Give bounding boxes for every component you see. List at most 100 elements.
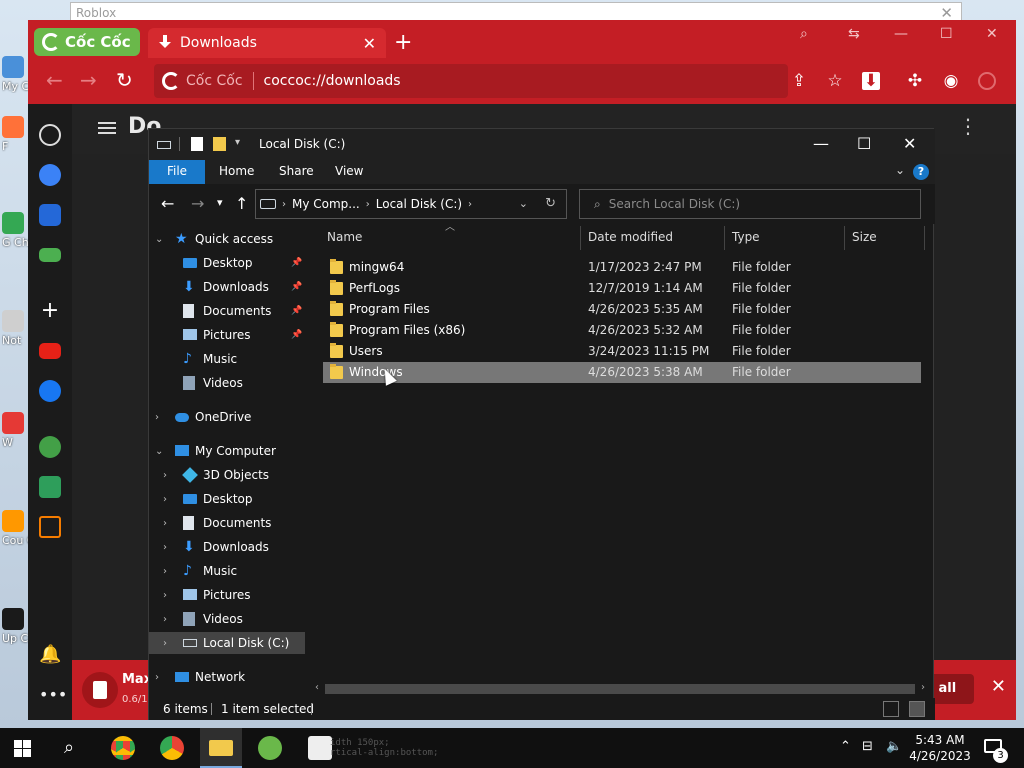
- explorer-address-bar[interactable]: › My Comp... › Local Disk (C:) › ⌄ ↻: [255, 189, 567, 219]
- chevron-right-icon[interactable]: ›: [163, 638, 167, 649]
- up-button[interactable]: ↑: [235, 194, 248, 213]
- nav-item-local-disk-c[interactable]: › Local Disk (C:): [149, 632, 305, 654]
- navigation-pane-scrollbar[interactable]: [307, 224, 323, 698]
- explorer-maximize-button[interactable]: ☐: [857, 134, 871, 153]
- ribbon-tab-share[interactable]: Share: [279, 160, 314, 184]
- column-divider[interactable]: [724, 226, 725, 250]
- chrome-icon[interactable]: [111, 736, 135, 760]
- table-row[interactable]: Windows 4/26/2023 5:38 AM File folder: [323, 362, 921, 383]
- desktop-shortcut[interactable]: Cou Glob: [2, 510, 28, 566]
- nav-item-videos[interactable]: › Videos: [149, 608, 305, 630]
- back-button[interactable]: ←: [46, 68, 63, 92]
- column-divider[interactable]: [580, 226, 581, 250]
- back-forth-icon[interactable]: ⇆: [848, 26, 860, 42]
- facebook-icon[interactable]: [39, 380, 61, 402]
- address-dropdown-icon[interactable]: ⌄: [519, 197, 528, 210]
- column-header-name[interactable]: Name: [327, 230, 362, 244]
- shopping-icon[interactable]: [39, 516, 61, 538]
- breadcrumb-separator-icon[interactable]: ›: [282, 199, 286, 210]
- explorer-search-box[interactable]: ⌕: [579, 189, 921, 219]
- explorer-back-button[interactable]: ←: [161, 194, 174, 213]
- nav-item-pictures[interactable]: Pictures 📌: [149, 324, 305, 346]
- omnibox-url[interactable]: coccoc://downloads: [264, 73, 401, 89]
- coccoc-taskbar-icon[interactable]: [258, 736, 282, 760]
- file-icon[interactable]: [82, 672, 118, 708]
- explorer-minimize-button[interactable]: —: [813, 134, 829, 153]
- chevron-down-icon[interactable]: ⌄: [155, 234, 163, 245]
- more-icon[interactable]: •••: [39, 684, 67, 706]
- nav-item-documents[interactable]: Documents 📌: [149, 300, 305, 322]
- column-divider[interactable]: [924, 226, 925, 250]
- large-icons-view-icon[interactable]: [909, 701, 925, 717]
- nav-item-onedrive[interactable]: › OneDrive: [149, 406, 305, 428]
- download-bar-close-icon[interactable]: ✕: [991, 676, 1006, 697]
- nav-item-my-computer[interactable]: ⌄ My Computer: [149, 440, 305, 462]
- extensions-icon[interactable]: ✣: [906, 72, 924, 90]
- column-divider[interactable]: [844, 226, 845, 250]
- nav-item-downloads[interactable]: › ⬇ Downloads: [149, 536, 305, 558]
- forward-button[interactable]: →: [80, 68, 97, 92]
- horizontal-scrollbar[interactable]: ‹ ›: [315, 681, 931, 697]
- taskbar-search-icon[interactable]: ⌕: [64, 737, 74, 758]
- show-hidden-icons-chevron[interactable]: ⌃: [840, 739, 851, 754]
- bookmark-star-icon[interactable]: ☆: [826, 72, 844, 90]
- column-header-type[interactable]: Type: [732, 230, 760, 244]
- refresh-icon[interactable]: ↻: [545, 196, 556, 211]
- chevron-right-icon[interactable]: ›: [163, 590, 167, 601]
- chevron-right-icon[interactable]: ›: [163, 614, 167, 625]
- help-icon[interactable]: ?: [913, 164, 929, 180]
- chevron-right-icon[interactable]: ›: [163, 542, 167, 553]
- zalo-icon[interactable]: [39, 204, 61, 226]
- nav-item-videos[interactable]: Videos: [149, 372, 305, 394]
- profile-icon[interactable]: ◉: [942, 72, 960, 90]
- soccer-icon[interactable]: [39, 436, 61, 458]
- nav-item-desktop[interactable]: › Desktop: [149, 488, 305, 510]
- nav-item-music[interactable]: ♪ Music: [149, 348, 305, 370]
- recent-locations-chevron-icon[interactable]: ▾: [217, 196, 223, 209]
- table-row[interactable]: mingw64 1/17/2023 2:47 PM File folder: [323, 257, 921, 278]
- customize-chevron-icon[interactable]: ▾: [235, 137, 249, 151]
- start-button[interactable]: [14, 740, 31, 757]
- browser-minimize-button[interactable]: —: [894, 26, 908, 42]
- new-tab-button[interactable]: +: [394, 30, 412, 55]
- breadcrumb-local-disk[interactable]: Local Disk (C:): [376, 197, 462, 211]
- breadcrumb-my-computer[interactable]: My Comp...: [292, 197, 360, 211]
- ribbon-tab-file[interactable]: File: [149, 160, 205, 184]
- reload-button[interactable]: ↻: [116, 68, 133, 92]
- messenger-icon[interactable]: [39, 164, 61, 186]
- nav-item-pictures[interactable]: › Pictures: [149, 584, 305, 606]
- volume-icon[interactable]: 🔈: [886, 739, 902, 754]
- tab-close-icon[interactable]: ✕: [363, 34, 376, 53]
- browser-maximize-button[interactable]: ☐: [940, 26, 953, 42]
- youtube-icon[interactable]: [39, 343, 61, 359]
- column-header-size[interactable]: Size: [852, 230, 877, 244]
- desktop-shortcut[interactable]: Not: [2, 310, 28, 366]
- bell-icon[interactable]: 🔔: [39, 644, 61, 666]
- chevron-right-icon[interactable]: ›: [155, 412, 159, 423]
- search-input[interactable]: [608, 197, 889, 211]
- explorer-close-button[interactable]: ✕: [903, 134, 916, 153]
- nav-item-network[interactable]: › Network: [149, 666, 305, 688]
- chevron-right-icon[interactable]: ›: [155, 672, 159, 683]
- table-row[interactable]: Program Files (x86) 4/26/2023 5:32 AM File…: [323, 320, 921, 341]
- breadcrumb-separator-icon[interactable]: ›: [366, 199, 370, 210]
- scrollbar-thumb[interactable]: [325, 684, 915, 694]
- explorer-forward-button[interactable]: →: [191, 194, 204, 213]
- new-folder-icon[interactable]: [213, 137, 226, 151]
- nav-item-documents[interactable]: › Documents: [149, 512, 305, 534]
- taskbar-clock[interactable]: 5:43 AM 4/26/2023: [908, 732, 972, 764]
- shield-icon[interactable]: [39, 476, 61, 498]
- desktop-shortcut[interactable]: Up Cou: [2, 608, 28, 664]
- desktop-shortcut[interactable]: G Ch: [2, 212, 28, 268]
- add-sidebar-app-icon[interactable]: +: [39, 300, 61, 322]
- address-bar[interactable]: Cốc Cốc coccoc://downloads: [154, 64, 788, 98]
- network-icon[interactable]: ⊟: [862, 739, 873, 754]
- tab-search-icon[interactable]: ⌕: [800, 26, 808, 42]
- nav-item-quick-access[interactable]: ⌄ ★ Quick access: [149, 228, 305, 250]
- chevron-down-icon[interactable]: ⌄: [155, 446, 163, 457]
- ribbon-tab-home[interactable]: Home: [219, 160, 254, 184]
- nav-item-3d-objects[interactable]: › 3D Objects: [149, 464, 305, 486]
- chrome-profile-icon[interactable]: [160, 736, 184, 760]
- ribbon-expand-chevron-icon[interactable]: ⌄: [895, 163, 905, 177]
- nav-item-music[interactable]: › ♪ Music: [149, 560, 305, 582]
